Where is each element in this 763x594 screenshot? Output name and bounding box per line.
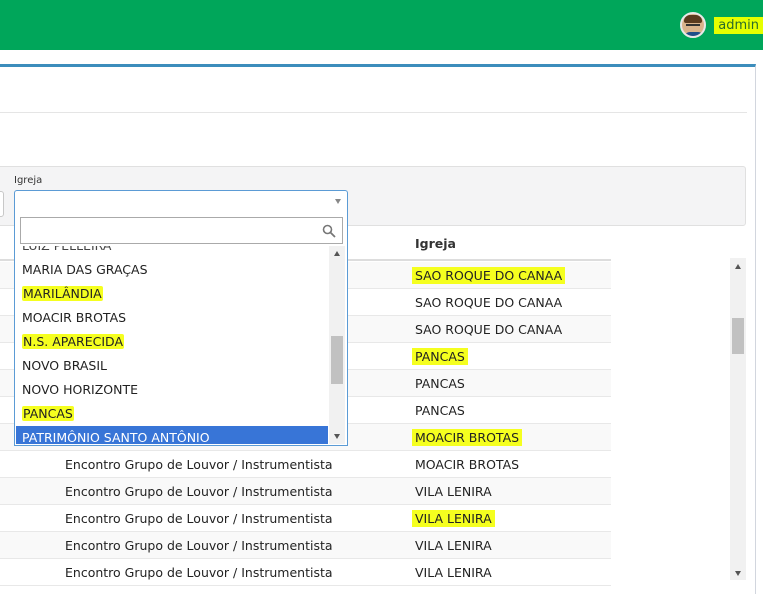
cell-igreja: VILA LENIRA (415, 484, 492, 499)
dropdown-option-label: PATRIMÔNIO SANTO ANTÔNIO (22, 430, 210, 444)
dropdown-option[interactable]: MARIA DAS GRAÇAS (16, 258, 328, 282)
scrollbar-thumb[interactable] (732, 318, 744, 354)
top-navbar: admin (0, 0, 763, 50)
cell-igreja: PANCAS (415, 376, 465, 391)
dropdown-option[interactable]: PATRIMÔNIO SANTO ANTÔNIO (16, 426, 328, 444)
scrollbar-thumb[interactable] (331, 336, 343, 384)
cell-igreja: PANCAS (415, 403, 465, 418)
dropdown-option-label: PANCAS (22, 406, 74, 421)
dropdown-options: LUIZ PELLEIRA MARIA DAS GRAÇAS MARILÂNDIA… (16, 246, 328, 444)
table-scrollbar[interactable] (730, 258, 746, 580)
cell-igreja-label: VILA LENIRA (415, 484, 492, 499)
cell-igreja-label: SAO ROQUE DO CANAA (412, 267, 566, 284)
chevron-down-icon (335, 199, 341, 204)
cell-igreja: SAO ROQUE DO CANAA (415, 295, 562, 310)
search-icon (322, 224, 336, 238)
cell-igreja: VILA LENIRA (415, 565, 492, 580)
user-avatar[interactable] (680, 12, 707, 38)
column-header-igreja[interactable]: Igreja (415, 236, 456, 251)
cell-igreja: SAO ROQUE DO CANAA (415, 322, 562, 337)
dropdown-option[interactable]: MOACIR BROTAS (16, 306, 328, 330)
dropdown-option[interactable]: NOVO BRASIL (16, 354, 328, 378)
scroll-down-icon[interactable] (334, 434, 340, 439)
cell-igreja-label: PANCAS (415, 403, 465, 418)
table-row[interactable]: Encontro Grupo de Louvor / Instrumentist… (0, 478, 611, 505)
table-row[interactable]: Encontro Grupo de Louvor / Instrumentist… (0, 559, 611, 586)
dropdown-option-label: NOVO HORIZONTE (22, 382, 139, 397)
table-row[interactable]: Encontro Grupo de Louvor / Instrumentist… (0, 532, 611, 559)
cell-igreja-label: PANCAS (412, 348, 468, 365)
cell-igreja: VILA LENIRA (412, 510, 495, 527)
cell-igreja-label: SAO ROQUE DO CANAA (415, 322, 563, 337)
dropdown-option[interactable]: MARILÂNDIA (16, 282, 328, 306)
cell-igreja: MOACIR BROTAS (415, 457, 519, 472)
dropdown-search[interactable] (20, 217, 343, 244)
cell-igreja: MOACIR BROTAS (412, 429, 523, 446)
cell-igreja: PANCAS (412, 348, 468, 365)
dropdown-option-label: MARILÂNDIA (22, 286, 103, 301)
cell-igreja: VILA LENIRA (415, 538, 492, 553)
cell-igreja-label: MOACIR BROTAS (412, 429, 523, 446)
user-menu[interactable]: admin (680, 11, 763, 39)
cell-evento: Encontro Grupo de Louvor / Instrumentist… (65, 457, 333, 472)
cell-igreja-label: VILA LENIRA (412, 510, 495, 527)
card-divider (0, 112, 747, 113)
dropdown-option[interactable]: N.S. APARECIDA (16, 330, 328, 354)
cell-igreja-label: VILA LENIRA (415, 565, 492, 580)
scroll-up-icon[interactable] (735, 264, 741, 269)
cell-evento: Encontro Grupo de Louvor / Instrumentist… (65, 538, 333, 553)
dropdown-option[interactable]: NOVO HORIZONTE (16, 378, 328, 402)
username-label[interactable]: admin (714, 16, 763, 34)
dropdown-option-label: N.S. APARECIDA (22, 334, 124, 349)
search-input[interactable] (21, 218, 342, 243)
dropdown-option-label: MARIA DAS GRAÇAS (22, 262, 148, 277)
dropdown-option-label: NOVO BRASIL (22, 358, 108, 373)
table-row[interactable]: Encontro Grupo de Louvor / Instrumentist… (0, 505, 611, 532)
previous-filter-input[interactable] (0, 191, 4, 217)
scroll-down-icon[interactable] (735, 571, 741, 576)
igreja-dropdown: LUIZ PELLEIRA MARIA DAS GRAÇAS MARILÂNDIA… (14, 212, 348, 446)
dropdown-option[interactable]: LUIZ PELLEIRA (16, 246, 328, 258)
cell-evento: Encontro Grupo de Louvor / Instrumentist… (65, 511, 333, 526)
dropdown-scrollbar[interactable] (329, 246, 345, 444)
cell-igreja-label: SAO ROQUE DO CANAA (415, 295, 563, 310)
table-row[interactable]: Encontro Grupo de Louvor / Instrumentist… (0, 451, 611, 478)
dropdown-option-label: MOACIR BROTAS (22, 310, 127, 325)
scroll-up-icon[interactable] (334, 251, 340, 256)
dropdown-option[interactable]: PANCAS (16, 402, 328, 426)
cell-evento: Encontro Grupo de Louvor / Instrumentist… (65, 484, 333, 499)
cell-igreja: SAO ROQUE DO CANAA (412, 267, 566, 284)
cell-igreja-label: MOACIR BROTAS (415, 457, 520, 472)
igreja-filter-label: Igreja (14, 175, 43, 186)
cell-igreja-label: PANCAS (415, 376, 465, 391)
cell-evento: Encontro Grupo de Louvor / Instrumentist… (65, 565, 333, 580)
cell-igreja-label: VILA LENIRA (415, 538, 492, 553)
